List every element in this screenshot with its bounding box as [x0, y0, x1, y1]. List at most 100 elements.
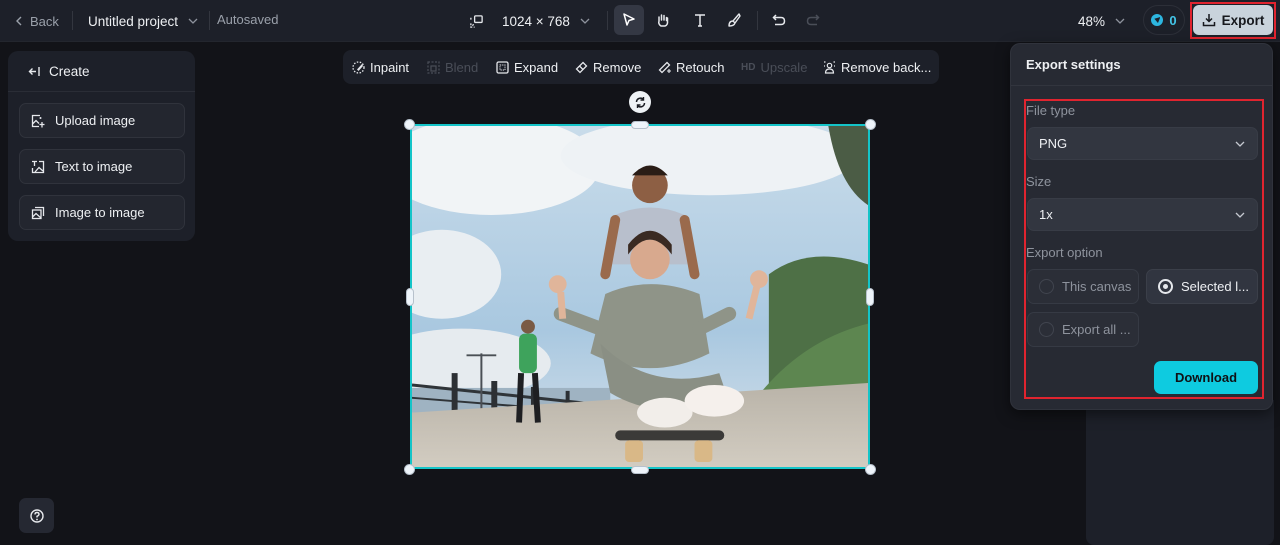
remove-label: Remove: [593, 59, 642, 75]
expand-icon: [496, 60, 509, 74]
help-icon: [29, 508, 44, 523]
credits-button[interactable]: 0: [1143, 5, 1185, 35]
size-select[interactable]: 1x: [1027, 198, 1258, 231]
resize-handle-top-right[interactable]: [865, 119, 876, 130]
blend-button[interactable]: Blend: [427, 50, 478, 84]
retouch-icon: [658, 61, 671, 73]
option-label: Selected l...: [1181, 279, 1249, 294]
text-to-image-icon: [31, 160, 45, 173]
file-type-label: File type: [1026, 103, 1076, 118]
photo-illustration: [412, 126, 868, 467]
credits-icon: [1151, 14, 1164, 26]
collapse-left-icon: [28, 66, 40, 76]
download-icon: [1202, 14, 1215, 27]
image-to-image-button[interactable]: Image to image: [19, 195, 185, 230]
size-label: Size: [1026, 174, 1052, 189]
file-type-select[interactable]: PNG: [1027, 127, 1258, 160]
collapse-create-panel[interactable]: Create: [8, 51, 195, 92]
blend-label: Blend: [445, 59, 479, 75]
divider: [607, 11, 608, 30]
export-label: Export: [1221, 12, 1265, 28]
remove-background-button[interactable]: Remove back...: [823, 50, 931, 84]
radio-icon: [1039, 322, 1054, 337]
image-edit-toolbar: Inpaint Blend Expand Remove Retouch HD U…: [343, 50, 939, 84]
resize-handle-left[interactable]: [406, 288, 414, 306]
chevron-left-icon: [16, 16, 22, 26]
item-label: Text to image: [55, 159, 133, 174]
properties-panel: [1086, 400, 1274, 545]
inpaint-icon: [352, 60, 365, 74]
resize-handle-top[interactable]: [631, 121, 649, 129]
canvas-size-dropdown[interactable]: 1024 × 768: [502, 11, 590, 31]
option-export-all[interactable]: Export all ...: [1027, 312, 1139, 347]
canvas-size: 1024 × 768: [502, 13, 570, 29]
brush-icon: [728, 13, 741, 27]
inpaint-button[interactable]: Inpaint: [352, 50, 409, 84]
redo-icon: [806, 14, 820, 26]
inpaint-label: Inpaint: [370, 59, 410, 75]
option-label: This canvas: [1062, 279, 1132, 294]
resize-canvas-button[interactable]: [467, 12, 485, 30]
remove-button[interactable]: Remove: [575, 50, 641, 84]
chevron-down-icon: [188, 18, 198, 24]
file-type-value: PNG: [1039, 136, 1068, 151]
option-this-canvas[interactable]: This canvas: [1027, 269, 1139, 304]
chevron-down-icon: [580, 18, 590, 24]
rotate-handle[interactable]: [629, 91, 651, 113]
canvas-image[interactable]: [410, 124, 870, 469]
download-button[interactable]: Download: [1154, 361, 1258, 394]
redo-button[interactable]: [798, 5, 828, 35]
help-button[interactable]: [19, 498, 54, 533]
project-name-dropdown[interactable]: Untitled project: [88, 11, 198, 31]
text-to-image-button[interactable]: Text to image: [19, 149, 185, 184]
save-status: Autosaved: [217, 12, 279, 27]
resize-handle-top-left[interactable]: [404, 119, 415, 130]
credits-count: 0: [1169, 12, 1177, 28]
blend-icon: [427, 60, 440, 74]
hand-icon: [658, 14, 669, 27]
upload-image-icon: [31, 114, 45, 127]
top-bar: Back Untitled project Autosaved 1024 × 7…: [0, 0, 1280, 42]
hand-tool[interactable]: [648, 5, 678, 35]
resize-handle-right[interactable]: [866, 288, 874, 306]
expand-button[interactable]: Expand: [496, 50, 558, 84]
brush-tool[interactable]: [719, 5, 749, 35]
upload-image-button[interactable]: Upload image: [19, 103, 185, 138]
zoom-dropdown[interactable]: 48%: [1078, 11, 1125, 31]
select-tool[interactable]: [614, 5, 644, 35]
create-panel: Create Upload image Text to image Image …: [8, 51, 195, 241]
resize-handle-bottom-right[interactable]: [865, 464, 876, 475]
divider: [209, 11, 210, 30]
rotate-icon: [635, 96, 645, 108]
undo-button[interactable]: [764, 5, 794, 35]
back-label: Back: [30, 13, 59, 29]
resize-handle-bottom[interactable]: [631, 466, 649, 474]
export-button[interactable]: Export: [1193, 5, 1273, 35]
resize-handle-bottom-left[interactable]: [404, 464, 415, 475]
undo-icon: [772, 14, 786, 26]
remove-background-icon: [824, 60, 835, 74]
chevron-down-icon: [1115, 18, 1125, 24]
remove-background-label: Remove back...: [841, 59, 932, 75]
radio-icon: [1039, 279, 1054, 294]
option-selected-layers[interactable]: Selected l...: [1146, 269, 1258, 304]
project-name: Untitled project: [88, 13, 179, 29]
expand-label: Expand: [514, 59, 559, 75]
upscale-button[interactable]: HD Upscale: [741, 50, 807, 84]
divider: [72, 11, 73, 30]
text-tool[interactable]: [685, 5, 715, 35]
item-label: Upload image: [55, 113, 136, 128]
export-option-label: Export option: [1026, 245, 1103, 260]
hd-icon: HD: [741, 61, 756, 73]
retouch-button[interactable]: Retouch: [658, 50, 724, 84]
item-label: Image to image: [55, 205, 145, 220]
panel-title: Create: [49, 63, 90, 79]
cursor-icon: [623, 13, 635, 26]
resize-icon: [469, 14, 483, 28]
upscale-label: Upscale: [760, 59, 808, 75]
image-to-image-icon: [31, 206, 45, 219]
radio-selected-icon: [1158, 279, 1173, 294]
chevron-down-icon: [1235, 141, 1245, 147]
export-settings-panel: Export settings File type PNG Size 1x Ex…: [1010, 43, 1273, 410]
back-button[interactable]: Back: [14, 11, 59, 31]
